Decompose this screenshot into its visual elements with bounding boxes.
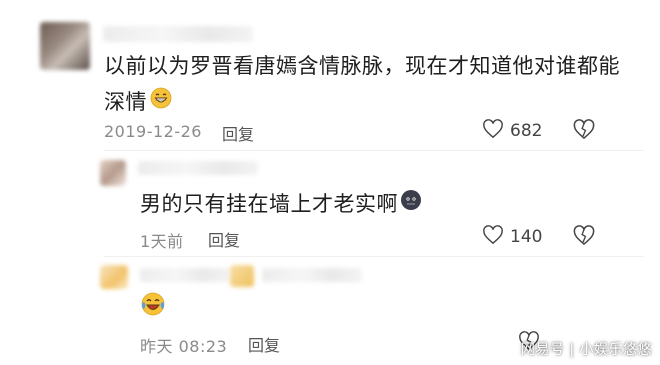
comment-text-line2: 深情 (104, 90, 147, 114)
username-blurred[interactable] (140, 268, 230, 282)
divider (104, 150, 644, 151)
comment-date: 1天前 (140, 232, 184, 251)
like-button[interactable]: 682 (482, 119, 542, 143)
grinning-face-emoji (150, 84, 172, 120)
comment-date: 2019-12-26 (104, 122, 202, 141)
avatar[interactable] (40, 22, 90, 70)
dislike-button[interactable] (572, 119, 596, 144)
divider (104, 256, 644, 257)
like-button[interactable]: 140 (482, 225, 542, 249)
watermark: 网易号 | 小娱乐悠悠 (520, 342, 652, 358)
comment-date: 昨天 08:23 (140, 337, 228, 356)
crying-laughing-emoji (140, 291, 166, 328)
avatar[interactable] (100, 265, 128, 289)
heart-icon (482, 225, 504, 249)
mentioned-avatar[interactable] (230, 265, 254, 287)
broken-heart-icon (572, 225, 596, 250)
dark-face-emoji (400, 186, 422, 222)
dislike-button[interactable] (572, 225, 596, 250)
reply-button[interactable]: 回复 (208, 227, 240, 251)
mentioned-username-blurred[interactable] (262, 268, 362, 282)
comment-text-line1: 以前以为罗晋看唐嫣含情脉脉，现在才知道他对谁都能 (104, 54, 620, 78)
comment-text (140, 290, 166, 328)
like-count: 682 (510, 121, 543, 141)
comment-text: 以前以为罗晋看唐嫣含情脉脉，现在才知道他对谁都能 深情 (104, 48, 644, 120)
avatar[interactable] (100, 160, 126, 186)
reply-button[interactable]: 回复 (222, 121, 254, 145)
username-blurred[interactable] (138, 161, 258, 175)
comment-text-body: 男的只有挂在墙上才老实啊 (140, 192, 398, 216)
like-count: 140 (510, 227, 543, 247)
username-blurred[interactable] (103, 26, 253, 42)
comment-text: 男的只有挂在墙上才老实啊 (140, 186, 422, 222)
reply-button[interactable]: 回复 (248, 332, 280, 356)
broken-heart-icon (572, 119, 596, 144)
heart-icon (482, 119, 504, 143)
